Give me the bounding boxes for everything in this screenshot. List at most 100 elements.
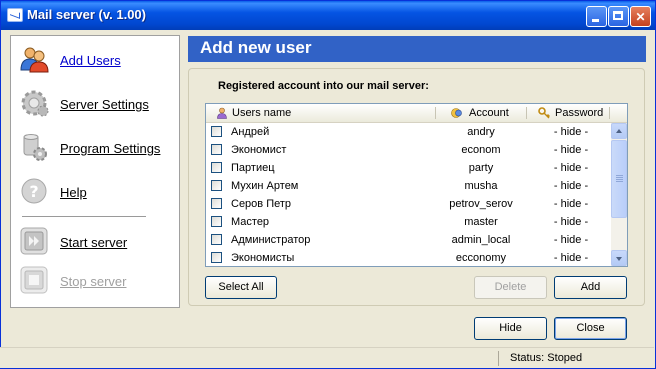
- user-column-icon: [217, 107, 227, 119]
- accounts-caption: Registered account into our mail server:: [218, 80, 429, 92]
- row-checkbox[interactable]: [211, 126, 222, 137]
- nav-start-server[interactable]: Start server: [19, 226, 177, 260]
- column-separator[interactable]: [526, 107, 527, 119]
- password-cell: - hide -: [553, 162, 589, 174]
- stop-icon: [20, 266, 48, 294]
- account-cell: master: [464, 216, 498, 228]
- nav-label-add-users[interactable]: Add Users: [60, 53, 121, 68]
- row-checkbox[interactable]: [211, 198, 222, 209]
- status-bar: Status: Stoped: [0, 347, 654, 368]
- nav-label-stop-server[interactable]: Stop server: [60, 274, 126, 289]
- password-cell: - hide -: [553, 126, 589, 138]
- users-listview[interactable]: Users name Account Password Андрей andry -…: [205, 103, 628, 267]
- window-title: Mail server (v. 1.00): [27, 7, 146, 22]
- scroll-down-button[interactable]: [611, 250, 627, 266]
- hide-button[interactable]: Hide: [474, 317, 547, 340]
- nav-help[interactable]: ? Help: [19, 176, 177, 210]
- nav-divider: [22, 216, 146, 217]
- grip-line: [616, 179, 623, 180]
- column-account[interactable]: Account: [469, 104, 509, 122]
- user-row[interactable]: Партиец party - hide -: [206, 159, 610, 177]
- user-name-cell: Администратор: [231, 234, 311, 246]
- nav-server-settings[interactable]: Server Settings: [19, 88, 177, 122]
- row-checkbox[interactable]: [211, 216, 222, 227]
- nav-label-start-server[interactable]: Start server: [60, 235, 127, 250]
- user-name-cell: Партиец: [231, 162, 275, 174]
- password-cell: - hide -: [553, 198, 589, 210]
- mail-app-icon: [7, 8, 23, 22]
- nav-program-settings[interactable]: Program Settings: [19, 132, 177, 166]
- row-checkbox[interactable]: [211, 162, 222, 173]
- account-cell: andry: [467, 126, 495, 138]
- user-name-cell: Экономисты: [231, 252, 295, 264]
- nav-stop-server[interactable]: Stop server: [19, 265, 177, 299]
- account-cell: econom: [461, 144, 501, 156]
- account-cell: ecconomy: [455, 252, 507, 264]
- row-checkbox[interactable]: [211, 252, 222, 263]
- scroll-thumb[interactable]: [611, 140, 627, 218]
- account-cell: petrov_serov: [449, 198, 513, 210]
- listview-header: Users name Account Password: [206, 104, 627, 123]
- account-cell: party: [468, 162, 494, 174]
- status-separator: [498, 351, 499, 366]
- scroll-up-button[interactable]: [611, 123, 627, 139]
- column-separator[interactable]: [435, 107, 436, 119]
- user-row[interactable]: Андрей andry - hide -: [206, 123, 610, 141]
- select-all-button[interactable]: Select All: [205, 276, 277, 299]
- section-title: Add new user: [200, 38, 312, 57]
- svg-text:?: ?: [29, 182, 38, 201]
- user-row[interactable]: Экономист econom - hide -: [206, 141, 610, 159]
- user-name-cell: Мухин Артем: [231, 180, 299, 192]
- account-cell: admin_local: [451, 234, 511, 246]
- row-checkbox[interactable]: [211, 234, 222, 245]
- maximize-button[interactable]: [608, 6, 629, 27]
- user-name-cell: Андрей: [231, 126, 270, 138]
- minimize-button[interactable]: [586, 6, 607, 27]
- nav-add-users[interactable]: Add Users: [19, 44, 177, 78]
- column-users-name[interactable]: Users name: [232, 104, 291, 122]
- password-cell: - hide -: [553, 252, 589, 264]
- password-cell: - hide -: [553, 234, 589, 246]
- account-cell: musha: [464, 180, 498, 192]
- nav-label-server-settings[interactable]: Server Settings: [60, 97, 149, 112]
- start-icon: [20, 227, 48, 255]
- title-bar[interactable]: Mail server (v. 1.00) ✕: [1, 1, 655, 30]
- user-row[interactable]: Мастер master - hide -: [206, 213, 610, 231]
- users-icon: [20, 47, 49, 73]
- close-window-button[interactable]: ✕: [630, 6, 651, 27]
- server-gear-icon: [21, 90, 49, 117]
- maximize-icon: [613, 11, 623, 20]
- grip-line: [616, 181, 623, 182]
- nav-label-program-settings[interactable]: Program Settings: [60, 141, 160, 156]
- user-name-cell: Серов Петр: [231, 198, 292, 210]
- grip-line: [616, 177, 623, 178]
- close-icon: ✕: [635, 10, 646, 24]
- column-separator[interactable]: [609, 107, 610, 119]
- user-name-cell: Мастер: [231, 216, 270, 228]
- add-button[interactable]: Add: [554, 276, 627, 299]
- password-cell: - hide -: [553, 216, 589, 228]
- user-row[interactable]: Серов Петр petrov_serov - hide -: [206, 195, 610, 213]
- user-row[interactable]: Администратор admin_local - hide -: [206, 231, 610, 249]
- user-name-cell: Экономист: [231, 144, 287, 156]
- user-row[interactable]: Экономисты ecconomy - hide -: [206, 249, 610, 266]
- vertical-scrollbar[interactable]: [611, 123, 627, 266]
- status-text: Status: Stoped: [510, 352, 583, 364]
- chevron-down-icon: [616, 257, 622, 261]
- section-header: Add new user: [188, 36, 646, 62]
- grip-line: [616, 175, 623, 176]
- minimize-icon: [592, 19, 599, 22]
- account-column-icon: [451, 108, 462, 118]
- delete-button[interactable]: Delete: [474, 276, 547, 299]
- key-icon: [538, 107, 550, 119]
- row-checkbox[interactable]: [211, 144, 222, 155]
- nav-label-help[interactable]: Help: [60, 185, 87, 200]
- password-cell: - hide -: [553, 144, 589, 156]
- help-icon: ?: [21, 178, 47, 204]
- password-cell: - hide -: [553, 180, 589, 192]
- navigation-panel: Add Users Server Settings Program Settin…: [10, 35, 180, 308]
- row-checkbox[interactable]: [211, 180, 222, 191]
- user-row[interactable]: Мухин Артем musha - hide -: [206, 177, 610, 195]
- close-button[interactable]: Close: [554, 317, 627, 340]
- column-password[interactable]: Password: [555, 104, 603, 122]
